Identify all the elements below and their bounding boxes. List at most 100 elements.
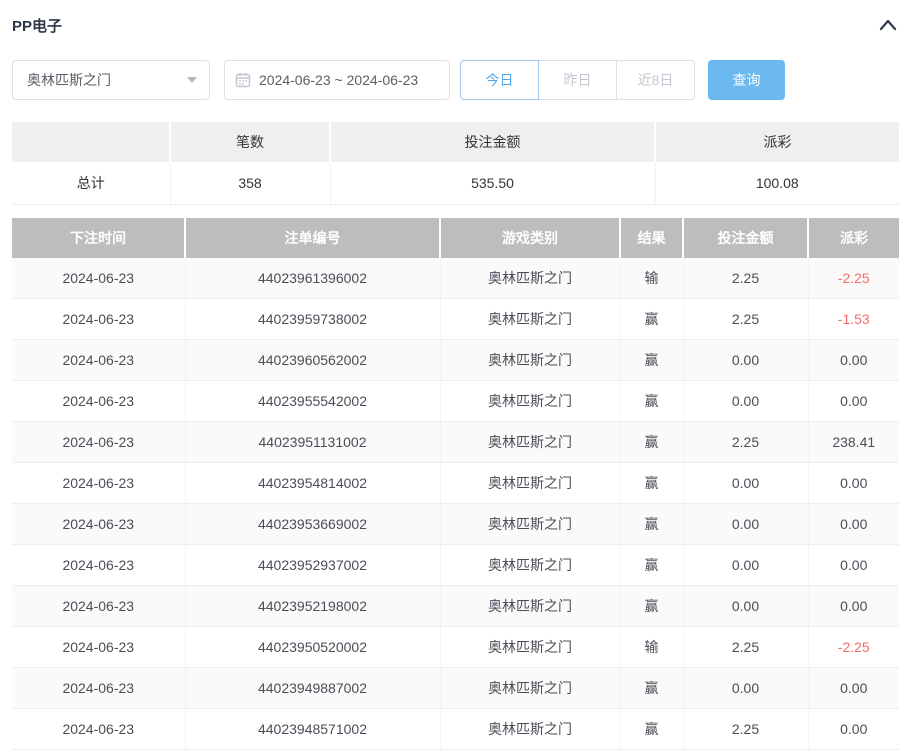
cell-bet-number: 44023959738002 xyxy=(185,299,440,340)
cell-bet-amount: 0.00 xyxy=(683,668,808,709)
cell-game-category: 奥林匹斯之门 xyxy=(440,381,620,422)
cell-result: 赢 xyxy=(620,709,683,750)
cell-bet-time: 2024-06-23 xyxy=(12,258,185,299)
cell-result: 赢 xyxy=(620,504,683,545)
cell-bet-time: 2024-06-23 xyxy=(12,586,185,627)
cell-bet-amount: 2.25 xyxy=(683,422,808,463)
cell-game-category: 奥林匹斯之门 xyxy=(440,627,620,668)
table-row: 2024-06-2344023953669002奥林匹斯之门赢0.000.00 xyxy=(12,504,899,545)
quick-range-button-1[interactable]: 昨日 xyxy=(538,60,617,100)
table-row: 2024-06-2344023950520002奥林匹斯之门输2.25-2.25 xyxy=(12,627,899,668)
cell-payout: 0.00 xyxy=(808,340,899,381)
cell-bet-number: 44023951131002 xyxy=(185,422,440,463)
cell-bet-amount: 2.25 xyxy=(683,299,808,340)
cell-bet-amount: 2.25 xyxy=(683,709,808,750)
game-select[interactable]: 奥林匹斯之门 xyxy=(12,60,210,100)
cell-game-category: 奥林匹斯之门 xyxy=(440,586,620,627)
cell-payout: 0.00 xyxy=(808,381,899,422)
cell-bet-amount: 2.25 xyxy=(683,258,808,299)
cell-game-category: 奥林匹斯之门 xyxy=(440,258,620,299)
table-row: 2024-06-2344023959738002奥林匹斯之门赢2.25-1.53 xyxy=(12,299,899,340)
table-row: 2024-06-2344023954814002奥林匹斯之门赢0.000.00 xyxy=(12,463,899,504)
header-game-category: 游戏类别 xyxy=(440,218,620,258)
summary-table: 笔数 投注金额 派彩 总计 358 535.50 100.08 xyxy=(12,122,899,205)
cell-game-category: 奥林匹斯之门 xyxy=(440,463,620,504)
cell-bet-number: 44023955542002 xyxy=(185,381,440,422)
header-bet-time: 下注时间 xyxy=(12,218,185,258)
cell-bet-amount: 0.00 xyxy=(683,340,808,381)
cell-game-category: 奥林匹斯之门 xyxy=(440,545,620,586)
quick-range-button-0[interactable]: 今日 xyxy=(460,60,539,100)
cell-payout: 0.00 xyxy=(808,586,899,627)
cell-bet-time: 2024-06-23 xyxy=(12,299,185,340)
cell-game-category: 奥林匹斯之门 xyxy=(440,299,620,340)
cell-bet-time: 2024-06-23 xyxy=(12,381,185,422)
summary-total-bet-amount: 535.50 xyxy=(330,162,655,205)
table-row: 2024-06-2344023952198002奥林匹斯之门赢0.000.00 xyxy=(12,586,899,627)
cell-result: 赢 xyxy=(620,586,683,627)
cell-bet-number: 44023950520002 xyxy=(185,627,440,668)
collapse-panel-button[interactable] xyxy=(877,14,899,36)
cell-bet-number: 44023953669002 xyxy=(185,504,440,545)
game-select-value: 奥林匹斯之门 xyxy=(27,70,187,90)
cell-bet-time: 2024-06-23 xyxy=(12,422,185,463)
cell-payout: 0.00 xyxy=(808,668,899,709)
table-row: 2024-06-2344023948571002奥林匹斯之门赢2.250.00 xyxy=(12,709,899,750)
bet-table-body: 2024-06-2344023961396002奥林匹斯之门输2.25-2.25… xyxy=(12,258,899,750)
cell-bet-number: 44023961396002 xyxy=(185,258,440,299)
quick-range-button-2[interactable]: 近8日 xyxy=(616,60,695,100)
cell-result: 赢 xyxy=(620,340,683,381)
date-range-input[interactable]: 2024-06-23 ~ 2024-06-23 xyxy=(224,60,450,100)
cell-game-category: 奥林匹斯之门 xyxy=(440,709,620,750)
search-button[interactable]: 查询 xyxy=(708,60,785,100)
cell-game-category: 奥林匹斯之门 xyxy=(440,668,620,709)
header-result: 结果 xyxy=(620,218,683,258)
cell-payout: -1.53 xyxy=(808,299,899,340)
cell-bet-time: 2024-06-23 xyxy=(12,709,185,750)
summary-header-bet-amount: 投注金额 xyxy=(330,122,655,162)
cell-bet-number: 44023960562002 xyxy=(185,340,440,381)
cell-payout: 0.00 xyxy=(808,545,899,586)
header-bet-number: 注单编号 xyxy=(185,218,440,258)
cell-payout: 0.00 xyxy=(808,504,899,545)
cell-bet-number: 44023954814002 xyxy=(185,463,440,504)
cell-bet-amount: 2.25 xyxy=(683,627,808,668)
pp-electronic-panel: PP电子 奥林匹斯之门 2024-06-23 ~ 2024- xyxy=(0,0,911,750)
cell-bet-number: 44023952937002 xyxy=(185,545,440,586)
cell-game-category: 奥林匹斯之门 xyxy=(440,422,620,463)
cell-result: 输 xyxy=(620,258,683,299)
cell-payout: 238.41 xyxy=(808,422,899,463)
table-row: 2024-06-2344023949887002奥林匹斯之门赢0.000.00 xyxy=(12,668,899,709)
filter-bar: 奥林匹斯之门 2024-06-23 ~ 2024-06-23 今日昨日近8日 查… xyxy=(12,60,899,100)
chevron-up-icon xyxy=(879,19,897,31)
panel-header: PP电子 xyxy=(12,12,899,38)
cell-bet-time: 2024-06-23 xyxy=(12,627,185,668)
table-row: 2024-06-2344023960562002奥林匹斯之门赢0.000.00 xyxy=(12,340,899,381)
quick-range-button-group: 今日昨日近8日 xyxy=(460,60,695,100)
cell-payout: 0.00 xyxy=(808,709,899,750)
cell-result: 赢 xyxy=(620,545,683,586)
cell-result: 赢 xyxy=(620,299,683,340)
bet-table-header-row: 下注时间 注单编号 游戏类别 结果 投注金额 派彩 xyxy=(12,218,899,258)
cell-bet-amount: 0.00 xyxy=(683,381,808,422)
caret-down-icon xyxy=(187,77,197,83)
cell-result: 赢 xyxy=(620,381,683,422)
cell-game-category: 奥林匹斯之门 xyxy=(440,504,620,545)
cell-payout: -2.25 xyxy=(808,627,899,668)
cell-result: 输 xyxy=(620,627,683,668)
cell-payout: -2.25 xyxy=(808,258,899,299)
cell-result: 赢 xyxy=(620,668,683,709)
cell-result: 赢 xyxy=(620,422,683,463)
summary-header-count: 笔数 xyxy=(170,122,330,162)
cell-bet-time: 2024-06-23 xyxy=(12,545,185,586)
summary-header-empty xyxy=(12,122,170,162)
cell-bet-number: 44023949887002 xyxy=(185,668,440,709)
cell-bet-amount: 0.00 xyxy=(683,586,808,627)
calendar-icon xyxy=(235,72,251,88)
summary-total-count: 358 xyxy=(170,162,330,205)
summary-total-payout: 100.08 xyxy=(655,162,899,205)
cell-game-category: 奥林匹斯之门 xyxy=(440,340,620,381)
table-row: 2024-06-2344023952937002奥林匹斯之门赢0.000.00 xyxy=(12,545,899,586)
cell-bet-time: 2024-06-23 xyxy=(12,504,185,545)
summary-total-row: 总计 358 535.50 100.08 xyxy=(12,162,899,205)
